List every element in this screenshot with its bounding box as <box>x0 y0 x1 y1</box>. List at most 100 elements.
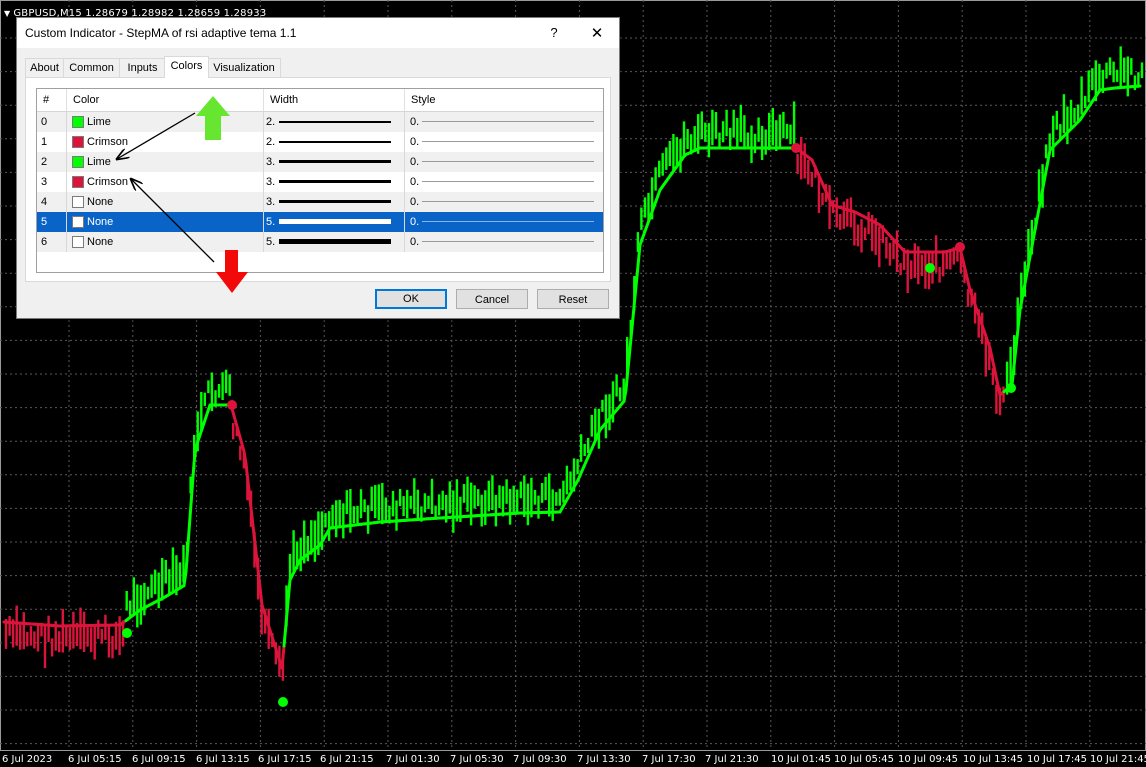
close-button[interactable]: ✕ <box>589 24 605 42</box>
width-cell[interactable]: 2. <box>264 112 405 132</box>
color-swatch <box>72 156 84 168</box>
stepma-line-segment <box>1018 297 1024 312</box>
tab-inputs[interactable]: Inputs <box>119 58 166 77</box>
color-swatch <box>72 136 84 148</box>
style-sample-line <box>422 221 594 222</box>
stepma-line-segment <box>1016 308 1022 331</box>
table-row[interactable]: 6 None 5. 0. <box>37 232 603 252</box>
color-cell[interactable]: None <box>67 212 264 232</box>
stepma-line-segment <box>622 388 628 403</box>
style-cell[interactable]: 0. <box>405 232 603 252</box>
color-name: Lime <box>87 156 111 168</box>
width-value: 5. <box>266 236 276 248</box>
style-cell[interactable]: 0. <box>405 172 603 192</box>
color-swatch <box>72 196 84 208</box>
help-button[interactable]: ? <box>547 25 561 40</box>
stepma-line-segment <box>258 585 264 607</box>
color-cell[interactable]: Lime <box>67 112 264 132</box>
stepma-line-segment <box>182 570 188 588</box>
width-cell[interactable]: 3. <box>264 172 405 192</box>
color-swatch <box>72 216 84 228</box>
col-index-header[interactable]: # <box>37 89 67 111</box>
stepma-line-segment <box>1022 276 1028 291</box>
width-cell[interactable]: 5. <box>264 232 405 252</box>
style-cell[interactable]: 0. <box>405 132 603 152</box>
time-axis: 6 Jul 2023 6 Jul 05:15 6 Jul 09:15 6 Jul 13… <box>0 751 1146 767</box>
style-value: 0. <box>410 216 420 228</box>
table-row[interactable]: 2 Lime 3. 0. <box>37 152 603 172</box>
row-index: 0 <box>37 112 67 132</box>
stepma-line-segment <box>1026 255 1032 269</box>
width-cell[interactable]: 3. <box>264 192 405 212</box>
time-axis-label: 6 Jul 17:15 <box>258 754 312 765</box>
tab-colors[interactable]: Colors <box>164 56 209 78</box>
tab-visualization[interactable]: Visualization <box>207 58 281 77</box>
color-cell[interactable]: None <box>67 232 264 252</box>
sell-signal-dot <box>227 400 237 410</box>
time-axis-label: 6 Jul 09:15 <box>132 754 186 765</box>
time-axis-label: 6 Jul 05:15 <box>68 754 122 765</box>
style-cell[interactable]: 0. <box>405 112 603 132</box>
time-axis-label: 10 Jul 05:45 <box>834 754 894 765</box>
stepma-line-segment <box>624 367 630 392</box>
width-cell[interactable]: 3. <box>264 152 405 172</box>
custom-indicator-dialog: Custom Indicator - StepMA of rsi adaptiv… <box>16 17 620 319</box>
stepma-line-segment <box>1030 233 1036 248</box>
color-cell[interactable]: Crimson <box>67 132 264 152</box>
col-color-header[interactable]: Color <box>67 89 264 111</box>
stepma-line-segment <box>252 532 258 554</box>
style-cell[interactable]: 0. <box>405 152 603 172</box>
style-sample-line <box>422 141 594 142</box>
collapse-triangle-icon[interactable]: ▼ <box>4 9 10 18</box>
colors-table: # Color Width Style 0 Lime 2. 0. 1 Crimson 2. 0… <box>36 88 604 273</box>
color-cell[interactable]: None <box>67 192 264 212</box>
colors-panel: # Color Width Style 0 Lime 2. 0. 1 Crimson 2. 0… <box>25 77 611 282</box>
style-sample-line <box>422 181 594 182</box>
color-cell[interactable]: Lime <box>67 152 264 172</box>
time-axis-label: 7 Jul 05:30 <box>450 754 504 765</box>
color-swatch <box>72 236 84 248</box>
stepma-line-segment <box>1014 327 1020 349</box>
time-axis-label: 7 Jul 13:30 <box>577 754 631 765</box>
col-width-header[interactable]: Width <box>264 89 405 111</box>
style-cell[interactable]: 0. <box>405 192 603 212</box>
table-row[interactable]: 3 Crimson 3. 0. <box>37 172 603 192</box>
style-value: 0. <box>410 236 420 248</box>
width-cell[interactable]: 2. <box>264 132 405 152</box>
buy-signal-dot <box>1006 383 1016 393</box>
buy-signal-dot <box>278 697 288 707</box>
table-row[interactable]: 1 Crimson 2. 0. <box>37 132 603 152</box>
width-value: 2. <box>266 136 276 148</box>
style-cell[interactable]: 0. <box>405 212 603 232</box>
stepma-line-segment <box>284 600 290 626</box>
sell-signal-dot <box>955 242 965 252</box>
cancel-button[interactable]: Cancel <box>456 289 528 309</box>
buy-signal-dot <box>122 628 132 638</box>
color-name: None <box>87 236 114 248</box>
table-row[interactable]: 4 None 3. 0. <box>37 192 603 212</box>
style-sample-line <box>422 201 594 202</box>
table-row[interactable]: 5 None 5. 0. <box>37 212 603 232</box>
stepma-line-segment <box>636 243 642 268</box>
time-axis-label: 6 Jul 13:15 <box>196 754 250 765</box>
width-cell[interactable]: 5. <box>264 212 405 232</box>
tab-about[interactable]: About <box>25 58 64 77</box>
stepma-line-segment <box>1042 169 1048 184</box>
time-axis-label: 7 Jul 09:30 <box>513 754 567 765</box>
dialog-titlebar[interactable]: Custom Indicator - StepMA of rsi adaptiv… <box>17 18 619 48</box>
time-axis-label: 7 Jul 21:30 <box>705 754 759 765</box>
col-style-header[interactable]: Style <box>405 89 603 111</box>
stepma-line-segment <box>280 644 286 670</box>
color-name: Crimson <box>87 176 128 188</box>
table-row[interactable]: 0 Lime 2. 0. <box>37 112 603 132</box>
tab-common[interactable]: Common <box>63 58 120 77</box>
style-value: 0. <box>410 156 420 168</box>
reset-button[interactable]: Reset <box>537 289 609 309</box>
stepma-line-segment <box>1024 265 1030 280</box>
ok-button[interactable]: OK <box>375 289 447 309</box>
stepma-line-segment <box>1036 201 1042 216</box>
style-value: 0. <box>410 116 420 128</box>
time-axis-label: 7 Jul 17:30 <box>642 754 696 765</box>
row-index: 3 <box>37 172 67 192</box>
color-cell[interactable]: Crimson <box>67 172 264 192</box>
